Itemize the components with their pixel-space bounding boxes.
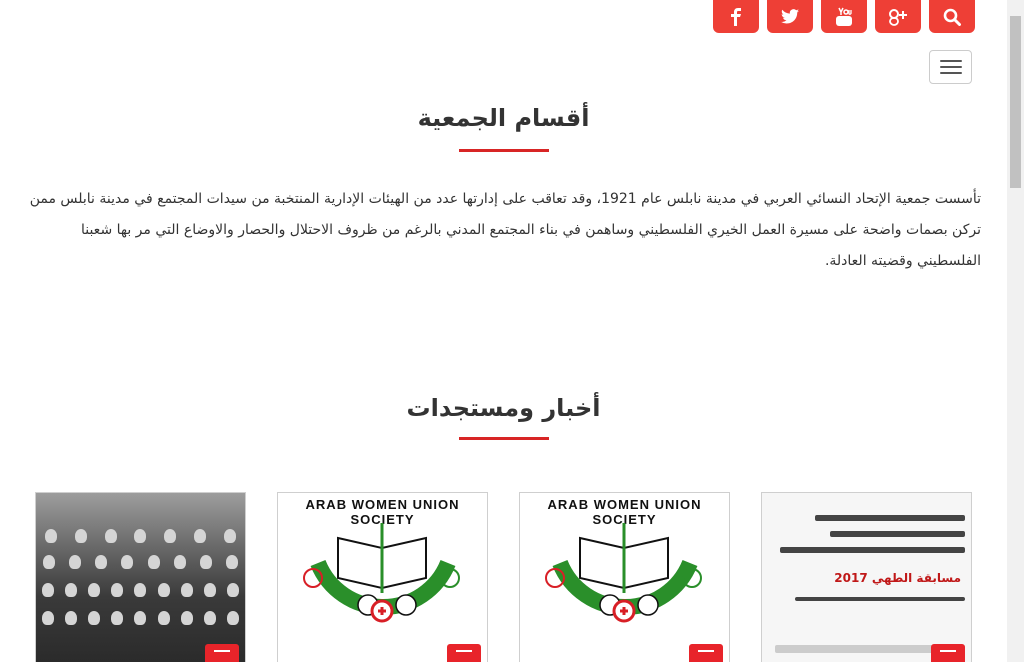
- about-paragraph: تأسست جمعية الإتحاد النسائي العربي في مد…: [29, 191, 981, 269]
- hamburger-bar: [939, 66, 962, 68]
- twitter-button[interactable]: [767, 0, 813, 33]
- hamburger-bar: [939, 72, 962, 74]
- search-icon: [943, 8, 961, 26]
- hamburger-bar: [939, 60, 962, 62]
- society-logo: ARAB WOMEN UNION SOCIETY: [520, 493, 729, 662]
- news-badge-icon: [689, 644, 723, 662]
- news-card[interactable]: ARAB WOMEN UNION SOCIETY: [277, 492, 488, 662]
- news-card[interactable]: [35, 492, 246, 662]
- scrollbar-thumb[interactable]: [1010, 16, 1021, 188]
- social-bar: [713, 0, 975, 33]
- youtube-button[interactable]: [821, 0, 867, 33]
- title-underline: [459, 149, 549, 152]
- news-badge-icon: [205, 644, 239, 662]
- poster-title: مسابقة الطهي 2017: [834, 571, 961, 585]
- departments-title: أقسام الجمعية: [417, 104, 590, 132]
- historic-photo: [36, 493, 245, 662]
- menu-toggle-button[interactable]: [929, 50, 972, 84]
- society-logo: ARAB WOMEN UNION SOCIETY: [278, 493, 487, 662]
- title-underline: [459, 437, 549, 440]
- search-button[interactable]: [929, 0, 975, 33]
- facebook-button[interactable]: [713, 0, 759, 33]
- news-badge-icon: [447, 644, 481, 662]
- google-plus-icon: [889, 8, 907, 26]
- news-badge-icon: [931, 644, 965, 662]
- twitter-icon: [781, 9, 799, 24]
- news-card[interactable]: ARAB WOMEN UNION SOCIETY: [519, 492, 730, 662]
- news-title: أخبار ومستجدات: [406, 394, 601, 422]
- youtube-icon: [836, 7, 852, 26]
- event-poster: مسابقة الطهي 2017: [762, 493, 971, 662]
- facebook-icon: [731, 7, 741, 26]
- news-card[interactable]: مسابقة الطهي 2017: [761, 492, 972, 662]
- google-plus-button[interactable]: [875, 0, 921, 33]
- scrollbar[interactable]: [1007, 0, 1024, 662]
